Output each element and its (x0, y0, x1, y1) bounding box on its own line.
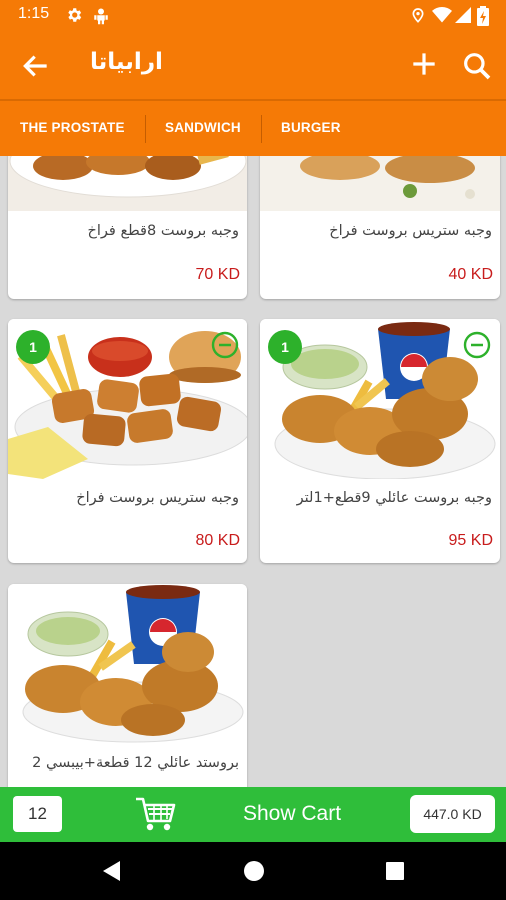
product-price: 40 KD (448, 266, 493, 283)
back-icon[interactable] (100, 859, 124, 883)
remove-circle-icon[interactable] (463, 331, 491, 359)
arrow-left-icon[interactable] (20, 50, 52, 82)
plus-icon[interactable] (408, 48, 440, 80)
product-image (8, 584, 247, 744)
cart-count: 12 (13, 796, 62, 832)
quantity-badge: 1 (16, 330, 50, 364)
recents-icon[interactable] (383, 859, 407, 883)
home-icon[interactable] (242, 859, 266, 883)
tab-burger[interactable]: BURGER (281, 120, 341, 135)
cart-bar: 12 Show Cart 447.0 KD (0, 787, 506, 842)
product-image (8, 156, 247, 211)
system-nav-bar (0, 842, 506, 900)
product-name: وجبه بروست 8قطع فراخ (87, 223, 239, 239)
signal-icon (455, 7, 471, 23)
app-bar: ارابياتا (0, 33, 506, 99)
product-image (260, 156, 500, 211)
settings-icon (68, 8, 82, 22)
shopping-cart-icon[interactable] (134, 795, 176, 833)
product-grid: وجبه بروست 8قطع فراخ 70 KD وجبه ستريس بر… (0, 156, 506, 787)
tab-divider (145, 115, 146, 143)
product-price: 80 KD (195, 532, 240, 549)
remove-circle-icon[interactable] (211, 331, 239, 359)
quantity-badge: 1 (268, 330, 302, 364)
cart-total: 447.0 KD (410, 795, 495, 833)
tab-the-prostate[interactable]: THE PROSTATE (20, 120, 125, 135)
product-name: بروستد عائلي 12 قطعة+بيبسي 2 (32, 755, 239, 771)
wifi-icon (432, 7, 452, 23)
status-bar: 1:15 (0, 0, 506, 33)
battery-icon (477, 6, 489, 26)
product-card[interactable]: بروستد عائلي 12 قطعة+بيبسي 2 (8, 584, 247, 787)
product-card[interactable]: وجبه ستريس بروست فراخ 40 KD (260, 156, 500, 299)
category-tabs: THE PROSTATE SANDWICH BURGER (0, 99, 506, 156)
product-name: وجبه بروست عائلي 9قطع+1لتر (296, 490, 492, 506)
page-title: ارابياتا (90, 49, 163, 75)
tab-sandwich[interactable]: SANDWICH (165, 120, 241, 135)
product-price: 70 KD (195, 266, 240, 283)
status-time: 1:15 (18, 5, 50, 22)
product-card[interactable]: 1 وجبه بروست عائلي 9قطع+1لتر 95 KD (260, 319, 500, 563)
product-card[interactable]: وجبه بروست 8قطع فراخ 70 KD (8, 156, 247, 299)
product-name: وجبه ستريس بروست فراخ (329, 223, 492, 239)
show-cart-button[interactable]: Show Cart (243, 802, 341, 826)
tab-divider (261, 115, 262, 143)
android-debug-icon (94, 8, 108, 25)
product-price: 95 KD (448, 532, 493, 549)
location-icon (412, 8, 424, 23)
product-card[interactable]: 1 وجبه ستريس بروست فراخ 80 KD (8, 319, 247, 563)
search-icon[interactable] (461, 50, 493, 82)
product-name: وجبه ستريس بروست فراخ (76, 490, 239, 506)
